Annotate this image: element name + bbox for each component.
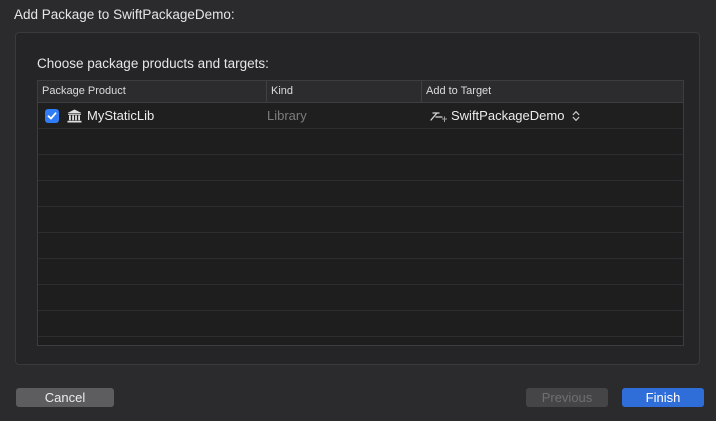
empty-row	[38, 155, 683, 181]
previous-button[interactable]: Previous	[526, 388, 608, 407]
empty-row	[38, 207, 683, 233]
chevron-up-down-icon[interactable]	[572, 110, 580, 122]
app-target-icon	[430, 112, 447, 122]
empty-row	[38, 259, 683, 285]
empty-row	[38, 311, 683, 337]
empty-row	[38, 285, 683, 311]
product-kind: Library	[267, 108, 307, 123]
empty-row	[38, 181, 683, 207]
include-product-checkbox[interactable]	[45, 109, 59, 123]
library-building-icon	[67, 109, 82, 123]
empty-row	[38, 129, 683, 155]
column-header-kind[interactable]: Kind	[266, 81, 421, 102]
package-panel: Choose package products and targets: Pac…	[15, 32, 700, 365]
product-name: MyStaticLib	[87, 108, 155, 123]
cancel-button[interactable]: Cancel	[16, 388, 114, 407]
table-header: Package Product Kind Add to Target	[38, 81, 683, 103]
checkmark-icon	[47, 112, 57, 120]
column-header-add-to-target[interactable]: Add to Target	[421, 81, 683, 102]
column-header-package-product[interactable]: Package Product	[38, 81, 266, 102]
empty-row	[38, 337, 683, 345]
target-select[interactable]: SwiftPackageDemo	[451, 103, 564, 129]
empty-row	[38, 233, 683, 259]
products-table: Package Product Kind Add to Target MySta…	[37, 80, 684, 346]
table-row[interactable]: MyStaticLib Library SwiftPackageDemo	[38, 103, 683, 129]
panel-heading: Choose package products and targets:	[37, 56, 269, 71]
sheet-title: Add Package to SwiftPackageDemo:	[14, 7, 235, 22]
finish-button[interactable]: Finish	[622, 388, 704, 407]
table-rows: MyStaticLib Library SwiftPackageDemo	[38, 103, 683, 345]
